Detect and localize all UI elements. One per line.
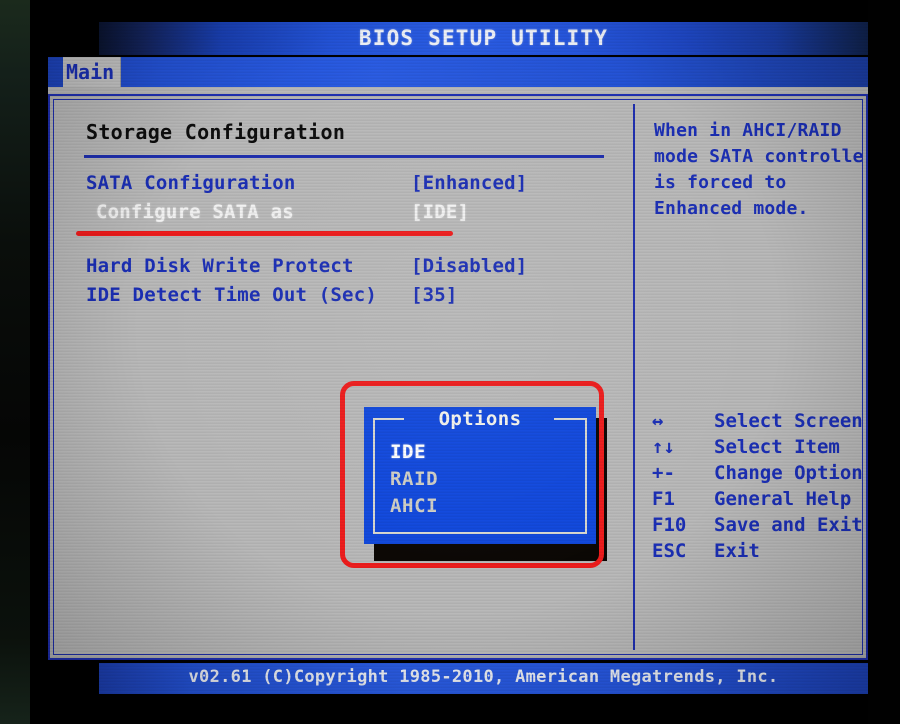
- setting-label: Hard Disk Write Protect: [86, 255, 354, 277]
- setting-value[interactable]: [35]: [411, 284, 458, 306]
- body-panel: Storage Configuration SATA Configuration…: [48, 94, 868, 660]
- options-dialog-title: Options: [438, 408, 522, 430]
- option-item-raid[interactable]: RAID: [390, 468, 438, 490]
- key-legend-row: F10 Save and Exit: [652, 512, 868, 538]
- tab-main-label: Main: [66, 60, 115, 84]
- bios-screen-photo: BIOS SETUP UTILITY Main Storage Configur…: [0, 0, 900, 724]
- key-legend-row: F1 General Help: [652, 486, 868, 512]
- key-legend-key: +-: [652, 462, 675, 484]
- key-legend-desc: Save and Exit: [714, 514, 863, 536]
- key-legend-desc: Change Option: [714, 462, 863, 484]
- monitor-bezel-right: [868, 0, 900, 724]
- key-legend-row: ↑↓ Select Item: [652, 434, 868, 460]
- setting-value[interactable]: [Enhanced]: [411, 172, 527, 194]
- key-legend-desc: Select Item: [714, 436, 840, 458]
- key-legend-row: +- Change Option: [652, 460, 868, 486]
- footer-bar: v02.61 (C)Copyright 1985-2010, American …: [99, 663, 868, 694]
- key-legend-key: ESC: [652, 540, 687, 562]
- setting-row-configure-sata-as[interactable]: Configure SATA as [IDE]: [86, 201, 616, 230]
- crt-display-area: BIOS SETUP UTILITY Main Storage Configur…: [30, 0, 868, 724]
- key-legend-desc: General Help: [714, 488, 852, 510]
- panel-divider: [633, 104, 635, 650]
- key-legend-key: ↑↓: [652, 436, 675, 458]
- key-legend: ↔ Select Screen ↑↓ Select Item +- Change…: [652, 408, 868, 564]
- key-legend-key: F10: [652, 514, 687, 536]
- monitor-bezel-left: [0, 0, 30, 724]
- menu-bar: [48, 57, 868, 87]
- key-legend-row: ESC Exit: [652, 538, 868, 564]
- setting-value[interactable]: [Disabled]: [411, 255, 527, 277]
- key-legend-desc: Select Screen: [714, 410, 863, 432]
- option-item-ahci[interactable]: AHCI: [390, 495, 438, 517]
- setting-label: IDE Detect Time Out (Sec): [86, 284, 377, 306]
- key-legend-key: ↔: [652, 410, 664, 432]
- options-dialog[interactable]: Options IDE RAID AHCI: [364, 407, 596, 544]
- option-item-ide[interactable]: IDE: [390, 441, 426, 463]
- copyright-text: v02.61 (C)Copyright 1985-2010, American …: [188, 667, 779, 687]
- setting-value[interactable]: [IDE]: [411, 201, 469, 223]
- key-legend-desc: Exit: [714, 540, 760, 562]
- page-title: BIOS SETUP UTILITY: [358, 26, 609, 50]
- help-text: When in AHCI/RAID mode SATA controller i…: [654, 120, 868, 219]
- setting-row-sata-configuration[interactable]: SATA Configuration [Enhanced]: [86, 172, 616, 201]
- section-title-rule: [84, 155, 604, 158]
- key-legend-row: ↔ Select Screen: [652, 408, 868, 434]
- annotation-underline-configure-sata-as: [76, 231, 453, 236]
- setting-row-ide-detect-time-out[interactable]: IDE Detect Time Out (Sec) [35]: [86, 284, 616, 313]
- setting-label: Configure SATA as: [96, 201, 294, 223]
- setting-row-hard-disk-write-protect[interactable]: Hard Disk Write Protect [Disabled]: [86, 255, 616, 284]
- page-section-title: Storage Configuration: [86, 120, 346, 144]
- body-panel-inner: Storage Configuration SATA Configuration…: [53, 99, 868, 655]
- key-legend-key: F1: [652, 488, 675, 510]
- title-bar: BIOS SETUP UTILITY: [99, 22, 868, 55]
- setting-label: SATA Configuration: [86, 172, 296, 194]
